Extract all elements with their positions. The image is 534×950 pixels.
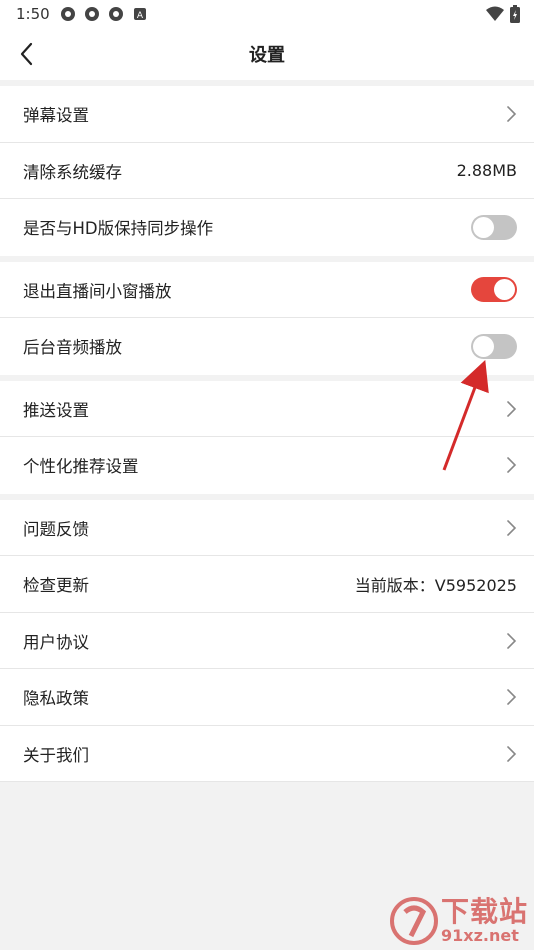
settings-row[interactable]: 用户协议 [0, 613, 534, 670]
settings-row[interactable]: 问题反馈 [0, 500, 534, 557]
notification-a-icon: A [133, 8, 146, 21]
settings-section: 问题反馈检查更新 当前版本：V5952025 用户协议隐私政策关于我们 [0, 499, 534, 783]
status-right [486, 5, 520, 23]
settings-row-label: 隐私政策 [23, 689, 89, 709]
settings-row-label: 问题反馈 [23, 519, 89, 539]
toggle-knob [473, 216, 494, 238]
settings-row-label: 检查更新 [23, 576, 89, 596]
settings-row-label: 推送设置 [23, 400, 89, 420]
settings-row: 后台音频播放 [0, 318, 534, 375]
back-chevron-icon[interactable] [14, 40, 42, 68]
chevron-right-icon [507, 400, 517, 417]
chevron-right-icon [507, 457, 517, 474]
settings-row[interactable]: 个性化推荐设置 [0, 437, 534, 494]
settings-row-label: 清除系统缓存 [23, 162, 122, 182]
toggle-switch[interactable] [471, 333, 517, 359]
watermark-main-text: 下载站 [440, 895, 528, 928]
settings-row[interactable]: 弹幕设置 [0, 86, 534, 143]
toggle-switch[interactable] [471, 277, 517, 303]
settings-row-label: 后台音频播放 [23, 338, 122, 358]
page-title: 设置 [249, 45, 285, 66]
watermark: 下载站 91xz.net [389, 896, 528, 946]
settings-row[interactable]: 隐私政策 [0, 669, 534, 726]
settings-row[interactable]: 推送设置 [0, 381, 534, 438]
settings-row-label: 用户协议 [23, 632, 89, 652]
settings-row-label: 退出直播间小窗播放 [23, 281, 172, 301]
settings-list: 弹幕设置 清除系统缓存 2.88MB 是否与HD版保持同步操作 退出直播间小窗播放 后台音… [0, 80, 534, 782]
svg-text:A: A [137, 11, 144, 21]
settings-row: 是否与HD版保持同步操作 [0, 199, 534, 256]
app-icon [108, 7, 123, 21]
battery-icon [510, 5, 520, 23]
settings-row-label: 弹幕设置 [23, 106, 89, 126]
settings-row-value: 2.88MB [456, 161, 517, 181]
chevron-right-icon [507, 689, 517, 706]
wifi-icon [486, 6, 504, 21]
toggle-switch[interactable] [471, 214, 517, 240]
settings-section: 弹幕设置清除系统缓存 2.88MB 是否与HD版保持同步操作 [0, 86, 534, 256]
settings-row-label: 关于我们 [23, 745, 89, 765]
watermark-sub-text: 91xz.net [440, 926, 519, 945]
settings-row-value: 当前版本：V5952025 [354, 576, 517, 596]
settings-row[interactable]: 清除系统缓存 2.88MB [0, 143, 534, 200]
chevron-right-icon [507, 106, 517, 123]
toggle-knob [494, 279, 515, 301]
settings-row[interactable]: 检查更新 当前版本：V5952025 [0, 556, 534, 613]
nav-bar: 设置 [0, 28, 534, 80]
status-time: 1:50 [16, 5, 50, 23]
status-bar: 1:50 A [0, 0, 534, 28]
watermark-logo-icon [389, 897, 438, 945]
app-icon [84, 7, 99, 21]
settings-row[interactable]: 关于我们 [0, 726, 534, 783]
settings-section: 推送设置个性化推荐设置 [0, 380, 534, 494]
settings-row-label: 个性化推荐设置 [23, 457, 139, 477]
settings-row: 退出直播间小窗播放 [0, 262, 534, 319]
chevron-right-icon [507, 745, 517, 762]
toggle-knob [473, 335, 494, 357]
settings-section: 退出直播间小窗播放 后台音频播放 [0, 261, 534, 375]
settings-row-label: 是否与HD版保持同步操作 [23, 219, 214, 239]
app-icon [60, 7, 75, 21]
chevron-right-icon [507, 519, 517, 536]
chevron-right-icon [507, 632, 517, 649]
